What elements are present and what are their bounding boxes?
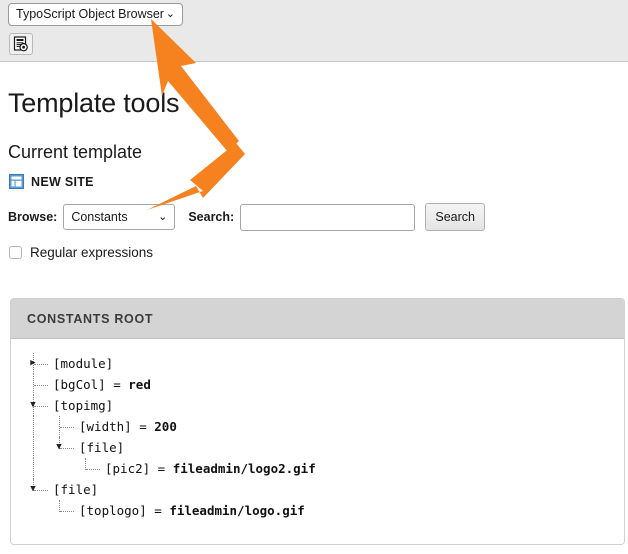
browse-select-value: Constants [71,210,127,224]
tree-node-label[interactable]: [toplogo] = fileadmin/logo.gif [79,500,305,521]
tree-equals: = [150,461,173,476]
module-select-value: TypoScript Object Browser [16,7,164,21]
tree-row[interactable]: [width] = 200 [11,416,624,437]
tree-guide [33,437,34,458]
document-preview-icon [13,36,29,52]
tree-connector [86,469,100,470]
tree-connector [34,385,48,386]
search-button[interactable]: Search [425,203,485,231]
current-template-row[interactable]: NEW SITE [9,174,94,189]
tree-node-label[interactable]: [module] [53,353,113,374]
tree-equals: = [147,503,170,518]
panel-header-title: CONSTANTS ROOT [27,312,153,326]
regular-expressions-label: Regular expressions [30,245,153,260]
regex-option-row: Regular expressions [9,245,153,260]
tree-equals: = [132,419,155,434]
tree-node-label[interactable]: [file] [79,437,124,458]
tree-connector [60,511,74,512]
search-input[interactable] [240,204,415,231]
expand-icon[interactable]: ▶ [25,353,41,374]
tree-node-label[interactable]: [file] [53,479,98,500]
tree-guide [33,458,34,479]
regular-expressions-checkbox[interactable] [9,246,22,259]
tree-row[interactable]: [toplogo] = fileadmin/logo.gif [11,500,624,521]
tree-node-label[interactable]: [pic2] = fileadmin/logo2.gif [105,458,316,479]
tree-connector [60,427,74,428]
collapse-icon[interactable]: ▼ [25,395,41,416]
template-icon [9,174,24,189]
browse-select[interactable]: Constants ⌄ [63,204,175,230]
constants-tree-panel: CONSTANTS ROOT ▶ [module][bgCol] = red ▼ [t… [10,298,625,545]
browse-search-row: Browse: Constants ⌄ Search: Search [8,203,485,231]
chevron-down-icon: ⌄ [158,205,167,229]
panel-header: CONSTANTS ROOT [11,299,624,339]
document-preview-button[interactable] [9,33,33,55]
chevron-down-icon: ⌄ [166,4,175,25]
tree-row[interactable]: [pic2] = fileadmin/logo2.gif [11,458,624,479]
tree-node-label[interactable]: [topimg] [53,395,113,416]
arrow-to-browse-select [147,143,245,210]
search-label: Search: [188,210,234,224]
tree-row[interactable]: ▼ [file] [11,479,624,500]
tree-node-value[interactable]: fileadmin/logo.gif [169,503,304,518]
tree-equals: = [106,377,129,392]
tree-row[interactable]: [bgCol] = red [11,374,624,395]
tree-node-label[interactable]: [bgCol] = red [53,374,151,395]
tree-node-value[interactable]: fileadmin/logo2.gif [173,461,316,476]
module-select[interactable]: TypoScript Object Browser ⌄ [8,3,183,26]
collapse-icon[interactable]: ▼ [25,479,41,500]
section-title: Current template [8,142,142,163]
tree-row[interactable]: ▶ [module] [11,353,624,374]
constants-tree: ▶ [module][bgCol] = red ▼ [topimg][width] =… [11,339,624,521]
page-title: Template tools [8,88,179,119]
tree-guide [33,416,34,437]
template-name: NEW SITE [31,175,94,189]
tree-row[interactable]: ▼ [topimg] [11,395,624,416]
browse-label: Browse: [8,210,57,224]
tree-node-value[interactable]: 200 [154,419,177,434]
tree-node-value[interactable]: red [128,377,151,392]
tree-row[interactable]: ▼ [file] [11,437,624,458]
module-toolbar: TypoScript Object Browser ⌄ [0,0,628,62]
tree-node-label[interactable]: [width] = 200 [79,416,177,437]
collapse-icon[interactable]: ▼ [51,437,67,458]
